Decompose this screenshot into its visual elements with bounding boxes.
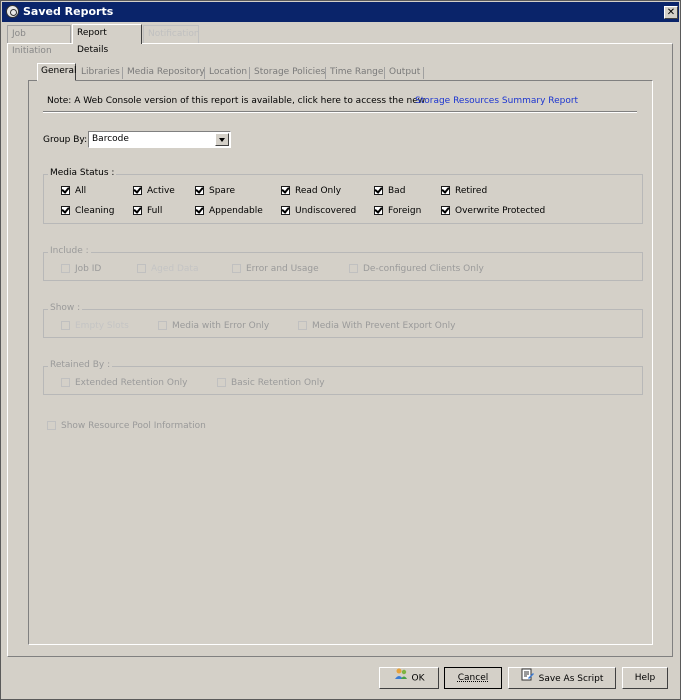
basic-retention-label: Basic Retention Only xyxy=(231,378,325,388)
aged-data-label: Aged Data xyxy=(151,264,199,274)
save-as-script-button[interactable]: Save As Script xyxy=(508,667,616,689)
overwrite-protected-label: Overwrite Protected xyxy=(455,206,546,216)
cancel-label: Cancel xyxy=(457,673,489,683)
active-checkbox[interactable] xyxy=(133,186,142,195)
appendable-checkbox[interactable] xyxy=(195,206,204,215)
group-by-select[interactable]: Barcode xyxy=(88,131,231,148)
deconfigured-clients-checkbox xyxy=(349,264,358,273)
dropdown-arrow-icon[interactable] xyxy=(215,133,229,146)
tab-separator xyxy=(384,67,385,79)
full-label: Full xyxy=(147,206,163,216)
close-button[interactable]: ✕ xyxy=(664,6,678,19)
read-only-label: Read Only xyxy=(295,186,342,196)
divider xyxy=(43,111,637,113)
prevent-export-label: Media With Prevent Export Only xyxy=(312,321,456,331)
undiscovered-checkbox[interactable] xyxy=(281,206,290,215)
cancel-button[interactable]: Cancel xyxy=(444,667,502,689)
foreign-checkbox[interactable] xyxy=(374,206,383,215)
extended-retention-label: Extended Retention Only xyxy=(75,378,188,388)
media-status-group xyxy=(43,174,643,224)
media-with-error-checkbox xyxy=(158,321,167,330)
tab-separator xyxy=(122,67,123,79)
aged-data-checkbox xyxy=(137,264,146,273)
media-status-label: Media Status : xyxy=(48,168,117,178)
prevent-export-checkbox xyxy=(298,321,307,330)
web-console-note: Note: A Web Console version of this repo… xyxy=(47,96,426,106)
appendable-label: Appendable xyxy=(209,206,263,216)
deconfigured-clients-label: De-configured Clients Only xyxy=(363,264,484,274)
tab-storage-policies[interactable]: Storage Policies xyxy=(251,65,328,81)
read-only-checkbox[interactable] xyxy=(281,186,290,195)
tab-time-range[interactable]: Time Range xyxy=(327,65,386,81)
active-label: Active xyxy=(147,186,175,196)
help-button[interactable]: Help xyxy=(622,667,668,689)
include-group xyxy=(43,252,643,281)
group-by-label: Group By: xyxy=(43,135,88,145)
spare-label: Spare xyxy=(209,186,235,196)
app-icon xyxy=(6,5,19,18)
foreign-label: Foreign xyxy=(388,206,422,216)
undiscovered-label: Undiscovered xyxy=(295,206,357,216)
job-id-checkbox xyxy=(61,264,70,273)
tab-output[interactable]: Output xyxy=(386,65,423,81)
resource-pool-label: Show Resource Pool Information xyxy=(61,421,206,431)
storage-resources-summary-link[interactable]: Storage Resources Summary Report xyxy=(415,96,578,106)
retained-by-label: Retained By : xyxy=(48,360,113,370)
job-id-label: Job ID xyxy=(75,264,102,274)
full-checkbox[interactable] xyxy=(133,206,142,215)
spare-checkbox[interactable] xyxy=(195,186,204,195)
close-icon: ✕ xyxy=(666,7,676,18)
retired-label: Retired xyxy=(455,186,488,196)
all-label: All xyxy=(75,186,87,196)
empty-slots-checkbox xyxy=(61,321,70,330)
all-checkbox[interactable] xyxy=(61,186,70,195)
tab-report-details[interactable]: Report Details xyxy=(72,24,142,55)
tab-separator xyxy=(204,67,205,79)
retired-checkbox[interactable] xyxy=(441,186,450,195)
resource-pool-checkbox xyxy=(47,421,56,430)
error-and-usage-checkbox xyxy=(232,264,241,273)
bad-checkbox[interactable] xyxy=(374,186,383,195)
window-title: Saved Reports xyxy=(23,5,114,18)
basic-retention-checkbox xyxy=(217,378,226,387)
tab-media-repository[interactable]: Media Repository xyxy=(124,65,208,81)
overwrite-protected-checkbox[interactable] xyxy=(441,206,450,215)
help-label: Help xyxy=(634,673,656,683)
error-and-usage-label: Error and Usage xyxy=(246,264,319,274)
ok-button[interactable]: OK xyxy=(379,667,439,689)
ok-label: OK xyxy=(411,673,425,684)
tab-separator xyxy=(249,67,250,79)
extended-retention-checkbox xyxy=(61,378,70,387)
bad-label: Bad xyxy=(388,186,406,196)
tab-location[interactable]: Location xyxy=(206,65,250,81)
empty-slots-label: Empty Slots xyxy=(75,321,129,331)
tab-separator xyxy=(423,67,424,79)
media-with-error-label: Media with Error Only xyxy=(172,321,270,331)
users-icon xyxy=(394,668,408,688)
script-icon xyxy=(521,668,535,689)
tab-job-initiation[interactable]: Job Initiation xyxy=(7,25,71,56)
include-label: Include : xyxy=(48,246,91,256)
general-tab-content xyxy=(28,80,653,645)
group-by-value: Barcode xyxy=(92,134,129,144)
cleaning-checkbox[interactable] xyxy=(61,206,70,215)
save-as-script-label: Save As Script xyxy=(538,674,604,684)
title-bar[interactable]: Saved Reports ✕ xyxy=(2,2,679,22)
tab-general[interactable]: General xyxy=(37,63,76,81)
tab-notification: Notification xyxy=(143,25,200,43)
tab-libraries[interactable]: Libraries xyxy=(78,65,123,81)
show-label: Show : xyxy=(48,303,83,313)
tab-separator xyxy=(325,67,326,79)
cleaning-label: Cleaning xyxy=(75,206,115,216)
